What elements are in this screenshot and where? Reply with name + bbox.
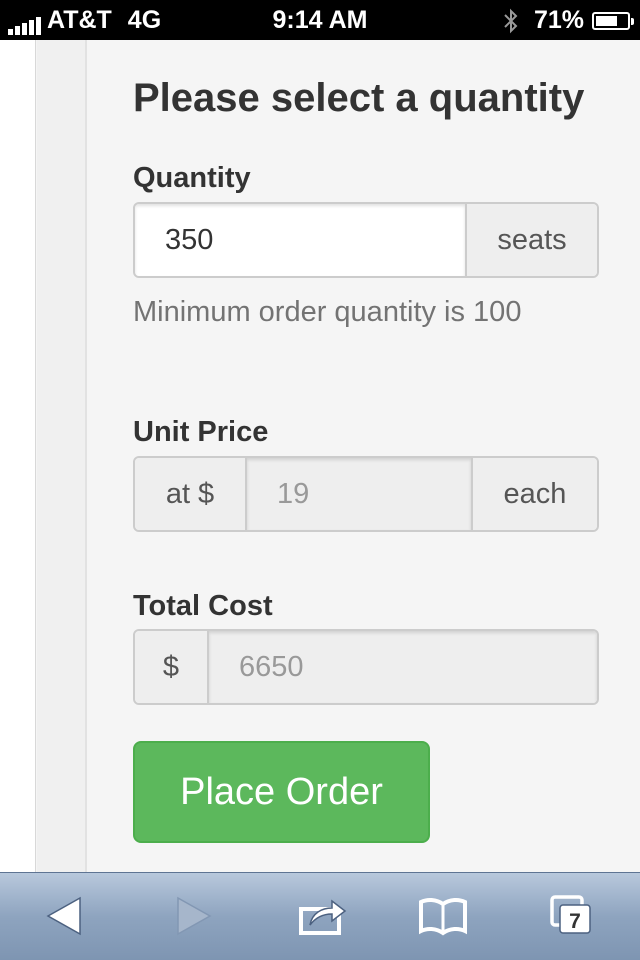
battery-group: 71% — [502, 6, 634, 35]
total-cost-label: Total Cost — [133, 590, 273, 622]
share-icon — [299, 899, 347, 935]
battery-percent: 71% — [533, 6, 584, 34]
web-page: Please select a quantity Quantity 350 se… — [0, 40, 640, 872]
tabs-button[interactable]: 7 — [548, 893, 598, 939]
quantity-unit-addon: seats — [465, 204, 597, 276]
quantity-help-text: Minimum order quantity is 100 — [133, 296, 522, 328]
unit-price-input-group: at $ 19 each — [133, 456, 599, 532]
back-arrow-icon — [46, 896, 81, 936]
bookmarks-icon — [419, 897, 467, 936]
total-cost-input-group: $ 6650 — [133, 629, 599, 705]
total-cost-field: 6650 — [209, 631, 597, 703]
page-gutter — [37, 40, 87, 872]
total-cost-prefix-addon: $ — [135, 631, 209, 703]
unit-price-suffix-addon: each — [471, 458, 597, 530]
unit-price-field: 19 — [247, 458, 471, 530]
tabs-count: 7 — [569, 910, 581, 933]
unit-price-label: Unit Price — [133, 416, 269, 448]
bookmarks-button[interactable] — [418, 893, 468, 939]
unit-price-prefix-addon: at $ — [135, 458, 247, 530]
status-bar: AT&T 4G 9:14 AM 71% — [0, 0, 640, 40]
browser-toolbar: 7 — [0, 872, 640, 960]
battery-icon — [592, 11, 634, 30]
share-button[interactable] — [298, 893, 348, 939]
forward-button[interactable] — [168, 893, 218, 939]
tabs-icon: 7 — [550, 895, 591, 934]
battery-level — [596, 15, 617, 26]
forward-arrow-icon — [177, 896, 212, 936]
quantity-input[interactable]: 350 — [135, 204, 465, 276]
back-button[interactable] — [40, 893, 90, 939]
quantity-input-group: 350 seats — [133, 202, 599, 278]
place-order-button[interactable]: Place Order — [133, 741, 430, 843]
page-margin — [0, 40, 36, 872]
bluetooth-icon — [504, 8, 518, 33]
quantity-label: Quantity — [133, 162, 251, 194]
page-title: Please select a quantity — [133, 76, 585, 120]
